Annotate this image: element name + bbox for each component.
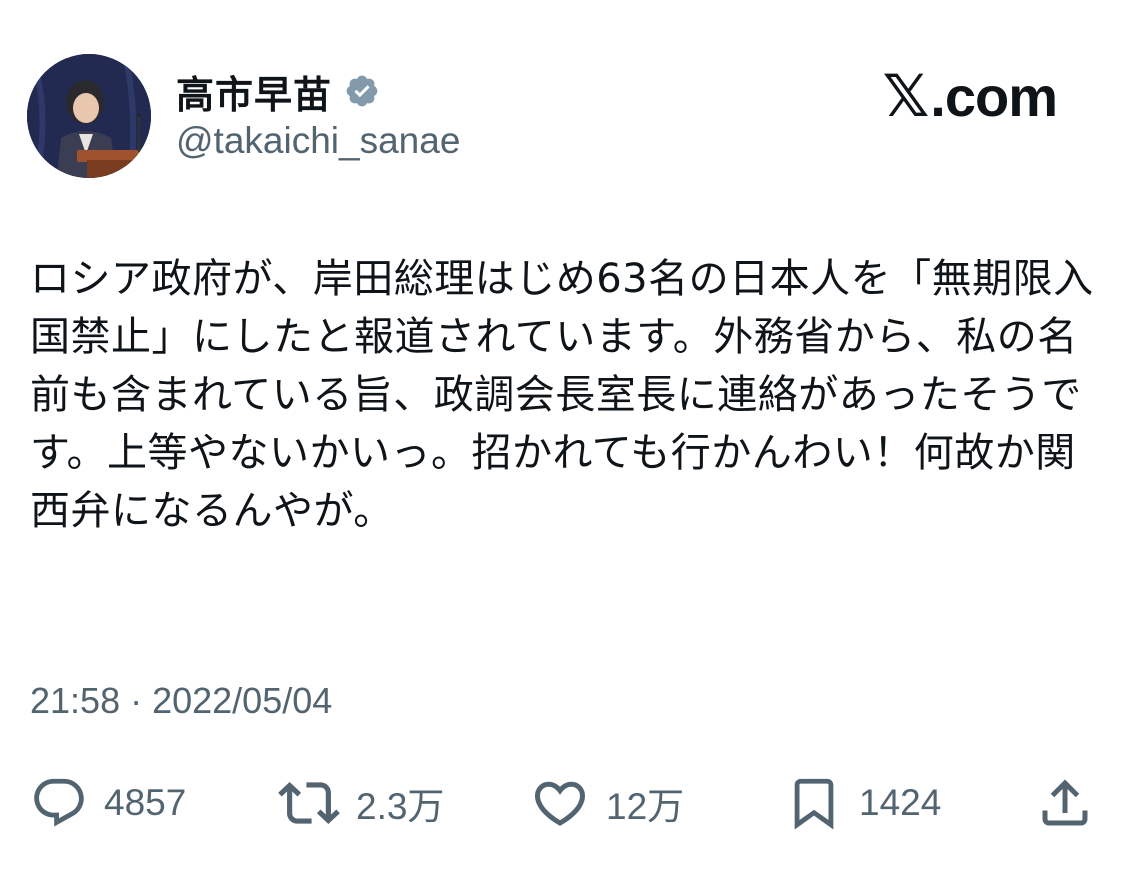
user-name-row: 高市早苗 xyxy=(176,64,380,119)
tweet-actions-bar: 4857 2.3万 12万 1424 xyxy=(30,770,1095,836)
bookmark-count: 1424 xyxy=(859,782,942,823)
tweet-text: ロシア政府が、岸田総理はじめ63名の日本人を「無期限入国禁止」にしたと報道されて… xyxy=(30,256,1094,534)
share-button[interactable] xyxy=(1035,770,1095,836)
profile-photo xyxy=(27,54,151,178)
like-count: 12万 xyxy=(606,786,685,827)
tweet-timestamp[interactable]: 21:58 · 2022/05/04 xyxy=(30,680,332,722)
reply-icon xyxy=(34,778,84,827)
user-handle[interactable]: @takaichi_sanae xyxy=(176,120,460,162)
verified-badge-icon xyxy=(344,73,380,109)
heart-icon xyxy=(534,781,586,826)
reply-count: 4857 xyxy=(104,782,187,823)
avatar[interactable] xyxy=(27,54,151,178)
repost-button[interactable]: 2.3万 xyxy=(278,770,444,836)
like-button[interactable]: 12万 xyxy=(530,770,684,836)
bookmark-icon xyxy=(794,778,834,830)
reply-button[interactable]: 4857 xyxy=(30,770,186,836)
x-logo-icon: 𝕏 xyxy=(882,62,930,130)
logo-text: .com xyxy=(930,64,1058,128)
share-icon xyxy=(1042,779,1088,826)
repost-count: 2.3万 xyxy=(356,786,445,827)
display-name[interactable]: 高市早苗 xyxy=(176,64,332,119)
x-com-logo: 𝕏 .com xyxy=(882,62,1058,130)
bookmark-button[interactable]: 1424 xyxy=(785,770,941,836)
repost-icon xyxy=(278,782,340,824)
